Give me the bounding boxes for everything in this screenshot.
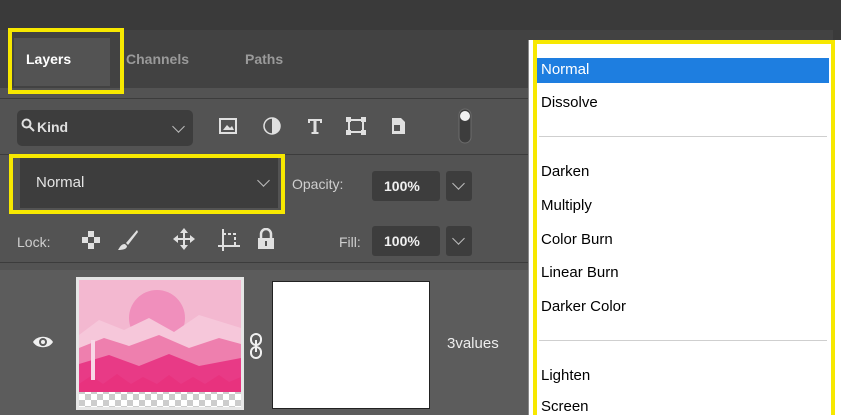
- dropdown-item-dissolve[interactable]: Dissolve: [541, 94, 598, 111]
- layer-mask-thumbnail[interactable]: [272, 281, 430, 409]
- divider: [0, 262, 528, 263]
- lock-image-pixels-icon[interactable]: [117, 229, 139, 251]
- layer-thumbnail[interactable]: [76, 277, 244, 410]
- image-filter-icon[interactable]: [218, 116, 238, 136]
- shape-filter-icon[interactable]: [345, 116, 367, 136]
- dropdown-item-darker-color[interactable]: Darker Color: [541, 298, 626, 315]
- chevron-down-icon: [452, 232, 465, 245]
- kind-filter-label: Kind: [37, 119, 69, 135]
- eye-visibility-icon[interactable]: [32, 334, 54, 350]
- divider: [0, 98, 528, 99]
- filter-toggle-icon[interactable]: [458, 108, 472, 144]
- opacity-slider-toggle[interactable]: [446, 171, 472, 201]
- tab-layers[interactable]: Layers: [26, 51, 71, 67]
- divider: [0, 154, 528, 155]
- lock-artboard-icon[interactable]: [218, 229, 240, 251]
- layer-thumbnail-image: [79, 280, 241, 407]
- lock-transparent-pixels-icon[interactable]: [81, 230, 101, 250]
- fill-value: 100%: [384, 233, 420, 249]
- link-chain-icon[interactable]: [249, 333, 263, 359]
- fill-label: Fill:: [339, 234, 361, 250]
- chevron-down-icon: [452, 177, 465, 190]
- dropdown-item-darken[interactable]: Darken: [541, 163, 589, 180]
- chevron-down-icon: [172, 120, 185, 133]
- dropdown-item-screen[interactable]: Screen: [541, 398, 589, 415]
- panel-top-strip: [0, 0, 841, 30]
- blend-mode-select[interactable]: Normal: [20, 158, 278, 208]
- tab-channels[interactable]: Channels: [126, 51, 189, 67]
- lock-position-icon[interactable]: [173, 228, 195, 250]
- opacity-value: 100%: [384, 178, 420, 194]
- type-filter-icon[interactable]: [305, 116, 325, 136]
- lock-all-icon[interactable]: [257, 228, 275, 250]
- dropdown-item-color-burn[interactable]: Color Burn: [541, 231, 613, 248]
- layers-panel: Layers Channels Paths Kind Normal Opacit…: [0, 0, 841, 415]
- chevron-down-icon: [257, 174, 270, 187]
- layer-name[interactable]: 3values: [447, 335, 499, 352]
- blend-mode-dropdown: Normal Dissolve Darken Multiply Color Bu…: [528, 40, 841, 415]
- dropdown-item-multiply[interactable]: Multiply: [541, 197, 592, 214]
- tab-paths[interactable]: Paths: [245, 51, 283, 67]
- dropdown-item-normal[interactable]: Normal: [541, 61, 589, 78]
- dropdown-separator: [539, 136, 827, 137]
- dropdown-item-linear-burn[interactable]: Linear Burn: [541, 264, 619, 281]
- dropdown-separator: [539, 340, 827, 341]
- fill-slider-toggle[interactable]: [446, 226, 472, 256]
- adjustment-filter-icon[interactable]: [262, 116, 282, 136]
- opacity-field[interactable]: 100%: [372, 171, 440, 201]
- search-icon: [21, 118, 35, 132]
- fill-field[interactable]: 100%: [372, 226, 440, 256]
- opacity-label: Opacity:: [292, 176, 344, 192]
- lock-label: Lock:: [17, 234, 51, 250]
- dropdown-item-lighten[interactable]: Lighten: [541, 367, 590, 384]
- blend-mode-value: Normal: [36, 174, 85, 191]
- kind-filter-select[interactable]: Kind: [17, 110, 193, 146]
- smart-object-filter-icon[interactable]: [388, 116, 408, 136]
